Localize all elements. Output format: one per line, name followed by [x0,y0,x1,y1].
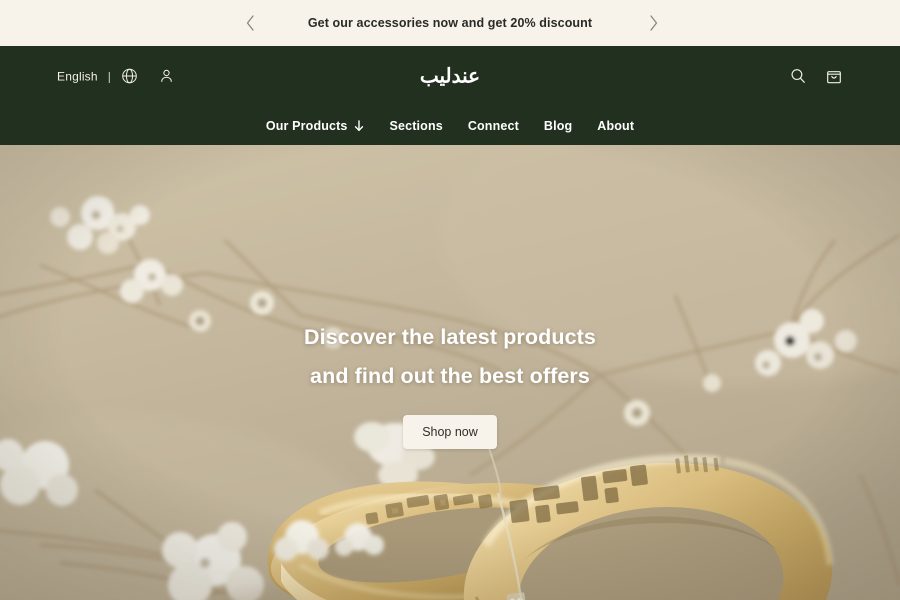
nav-item-label: Connect [467,118,519,133]
nav-item-label: Sections [389,118,443,133]
hero-heading: Discover the latest products and find ou… [304,318,596,396]
nav-item-about[interactable]: About [597,119,634,133]
header-action-group [789,67,843,85]
header-utility-group: English | [57,68,175,85]
nav-item-label: Our Products [265,118,348,133]
main-navigation: Our Products Sections Connect Blog About [0,106,900,145]
language-selector-label[interactable]: English [57,69,98,83]
nav-item-our-products[interactable]: Our Products [266,119,365,133]
shopping-bag-icon[interactable] [825,67,843,85]
hero-banner: Discover the latest products and find ou… [0,145,900,600]
globe-icon[interactable] [121,68,138,85]
hero-heading-line-2: and find out the best offers [310,364,590,389]
hero-content: Discover the latest products and find ou… [0,145,900,600]
nav-item-sections[interactable]: Sections [390,119,443,133]
site-header: English | عندليب Our Products Sections C… [0,46,900,151]
chevron-right-icon [647,13,660,33]
search-icon[interactable] [789,67,807,85]
announcement-next-button[interactable] [640,10,666,36]
chevron-left-icon [244,13,257,33]
site-logo[interactable]: عندليب [420,64,480,89]
utility-separator: | [107,69,111,83]
hero-heading-line-1: Discover the latest products [304,325,596,349]
nav-item-label: Blog [543,118,573,133]
shop-now-button[interactable]: Shop now [403,415,497,450]
header-top-row: English | عندليب [0,46,900,106]
nav-item-label: About [597,118,635,133]
announcement-prev-button[interactable] [237,10,263,36]
person-icon[interactable] [158,68,175,85]
announcement-bar: Get our accessories now and get 20% disc… [0,0,900,46]
arrow-down-icon [353,119,365,133]
nav-item-blog[interactable]: Blog [544,119,572,133]
nav-item-connect[interactable]: Connect [468,119,519,133]
announcement-text: Get our accessories now and get 20% disc… [307,16,593,30]
